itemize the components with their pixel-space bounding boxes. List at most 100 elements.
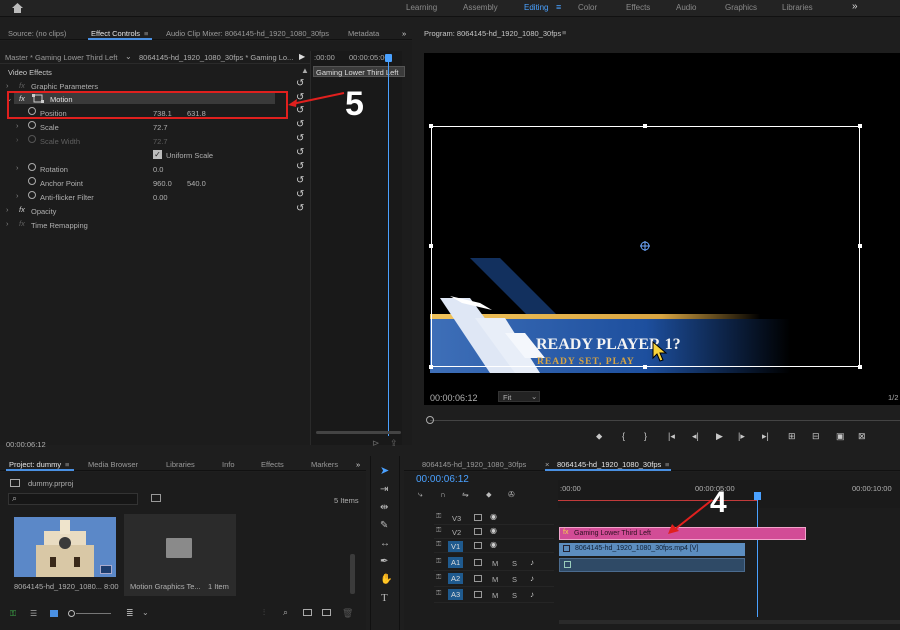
stopwatch-icon[interactable]	[28, 191, 36, 199]
chevron-right-icon[interactable]: ›	[16, 163, 19, 172]
camera-icon[interactable]: ▣	[836, 431, 845, 442]
reset-icon[interactable]: ↺	[296, 119, 304, 130]
fit-dropdown[interactable]: Fit ⌄	[498, 391, 540, 402]
master-clip-label[interactable]: Master * Gaming Lower Third Left	[5, 53, 117, 62]
workspace-menu-icon[interactable]: ≡	[556, 2, 561, 12]
solo-toggle[interactable]: S	[512, 559, 517, 568]
chevron-right-icon[interactable]: ›	[6, 219, 9, 228]
tab-sequence-2[interactable]: 8064145-hd_1920_1080_30fps	[557, 460, 661, 469]
sort-icon[interactable]: ≣	[126, 608, 134, 619]
workspace-graphics[interactable]: Graphics	[725, 3, 757, 12]
solo-toggle[interactable]: S	[512, 591, 517, 600]
go-to-out-icon[interactable]: ▸|	[762, 431, 769, 442]
eye-icon[interactable]: ◉	[490, 540, 497, 549]
track-label[interactable]: V3	[450, 514, 463, 523]
lock-icon[interactable]: ⚿	[436, 513, 441, 521]
tab-sequence-1[interactable]: 8064145-hd_1920_1080_30fps	[422, 460, 526, 469]
panel-overflow[interactable]: »	[356, 460, 360, 469]
bbox-handle[interactable]	[429, 124, 433, 128]
settings-wrench-icon[interactable]: ✇	[508, 490, 515, 499]
tab-audio-clip-mixer[interactable]: Audio Clip Mixer: 8064145-hd_1920_1080_3…	[166, 29, 329, 38]
workspace-color[interactable]: Color	[578, 3, 597, 12]
video-clip[interactable]: 8064145-hd_1920_1080_30fps.mp4 [V]	[559, 543, 745, 556]
work-area-bar[interactable]	[558, 500, 758, 501]
reset-icon[interactable]: ↺	[296, 133, 304, 144]
zoom-slider[interactable]	[76, 613, 111, 614]
new-bin-icon[interactable]	[151, 494, 161, 502]
tab-libraries[interactable]: Libraries	[166, 460, 195, 469]
trash-icon[interactable]: 🗑	[342, 608, 353, 619]
type-tool-icon[interactable]: T	[381, 592, 388, 604]
lock-icon[interactable]: ⚿	[436, 590, 441, 598]
export-icon[interactable]: ⇪	[390, 438, 398, 449]
solo-toggle[interactable]: S	[512, 575, 517, 584]
bbox-handle[interactable]	[643, 124, 647, 128]
zoom-slider-handle[interactable]	[68, 610, 75, 617]
razor-tool-icon[interactable]: ✎	[380, 520, 388, 531]
chevron-right-icon[interactable]: ›	[6, 205, 9, 214]
automate-icon[interactable]: ⫶	[263, 608, 265, 618]
mark-out-icon[interactable]: }	[644, 431, 647, 441]
selection-tool-icon[interactable]: ➤	[380, 464, 389, 477]
marker-icon[interactable]: ⬥	[596, 431, 602, 442]
bbox-handle[interactable]	[643, 365, 647, 369]
track-label[interactable]: A2	[448, 573, 464, 584]
stopwatch-icon[interactable]	[28, 163, 36, 171]
workspace-libraries[interactable]: Libraries	[782, 3, 813, 12]
sequence-clip-label[interactable]: 8064145-hd_1920_1080_30fps * Gaming Lo..…	[139, 53, 293, 62]
play-icon[interactable]: ▶	[299, 52, 305, 61]
anchor-y-value[interactable]: 540.0	[187, 179, 206, 188]
chevron-right-icon[interactable]: ›	[16, 191, 19, 200]
anchor-point-icon[interactable]	[640, 241, 650, 251]
chevron-down-icon[interactable]: ⌄	[142, 608, 149, 617]
home-icon[interactable]	[12, 3, 23, 13]
reset-icon[interactable]: ↺	[296, 161, 304, 172]
reset-icon[interactable]: ↺	[296, 189, 304, 200]
lock-icon[interactable]: ⚿	[436, 527, 441, 535]
pen-tool-icon[interactable]: ✒	[380, 556, 388, 567]
step-forward-icon[interactable]: |▸	[738, 431, 745, 442]
mute-toggle[interactable]: M	[492, 591, 498, 600]
chevron-right-icon[interactable]: ›	[6, 81, 9, 90]
slip-tool-icon[interactable]: ↔	[380, 538, 390, 549]
track-select-tool-icon[interactable]: ⇥	[380, 484, 388, 495]
icon-view-icon[interactable]	[50, 610, 58, 617]
scale-value[interactable]: 72.7	[153, 123, 168, 132]
track-label[interactable]: A3	[448, 589, 464, 600]
bbox-handle[interactable]	[858, 244, 862, 248]
project-scrollbar[interactable]	[350, 554, 355, 594]
tab-source[interactable]: Source: (no clips)	[8, 29, 66, 38]
workspace-audio[interactable]: Audio	[676, 3, 696, 12]
anchor-x-value[interactable]: 960.0	[153, 179, 172, 188]
stopwatch-icon[interactable]	[28, 177, 36, 185]
mini-clip-bar[interactable]: Gaming Lower Third Left	[313, 66, 405, 77]
tab-effect-controls-menu[interactable]: ≡	[144, 29, 148, 38]
chevron-right-icon[interactable]: ›	[16, 121, 19, 130]
timeline-ruler[interactable]: :00:00 00:00:05:00 00:00:10:00	[558, 480, 900, 508]
scrubber-handle[interactable]	[426, 416, 434, 424]
bin-item[interactable]: Motion Graphics Te... 1 Item	[124, 514, 236, 596]
panel-overflow[interactable]: »	[402, 29, 406, 38]
uniform-scale-checkbox[interactable]: ✓	[153, 150, 162, 159]
lock-icon[interactable]: ⚿	[436, 574, 441, 582]
stopwatch-icon[interactable]	[28, 121, 36, 129]
close-icon[interactable]: ×	[545, 460, 549, 469]
track-label[interactable]: V1	[448, 541, 464, 552]
collapse-up-icon[interactable]: ▲	[301, 66, 309, 75]
new-bin-icon[interactable]	[303, 609, 312, 616]
hand-tool-icon[interactable]: ✋	[380, 574, 392, 585]
tab-project[interactable]: Project: dummy	[9, 460, 61, 469]
add-marker-icon[interactable]: ⬥	[486, 490, 492, 500]
find-icon[interactable]: ⌕	[283, 607, 288, 618]
bbox-handle[interactable]	[858, 365, 862, 369]
tab-markers[interactable]: Markers	[311, 460, 338, 469]
media-thumbnail-name[interactable]: 8064145-hd_1920_1080...	[14, 582, 102, 591]
sync-lock-icon[interactable]	[474, 542, 482, 549]
reset-icon[interactable]: ↺	[296, 203, 304, 214]
filter-icon[interactable]: ⊳	[372, 438, 380, 449]
workspace-effects[interactable]: Effects	[626, 3, 650, 12]
sync-lock-icon[interactable]	[474, 591, 482, 598]
program-video-frame[interactable]: READY PLAYER 1? READY SET, PLAY	[424, 53, 900, 405]
project-search-input[interactable]: ⌕	[8, 493, 138, 505]
mini-zoom-scrollbar[interactable]	[316, 431, 401, 434]
